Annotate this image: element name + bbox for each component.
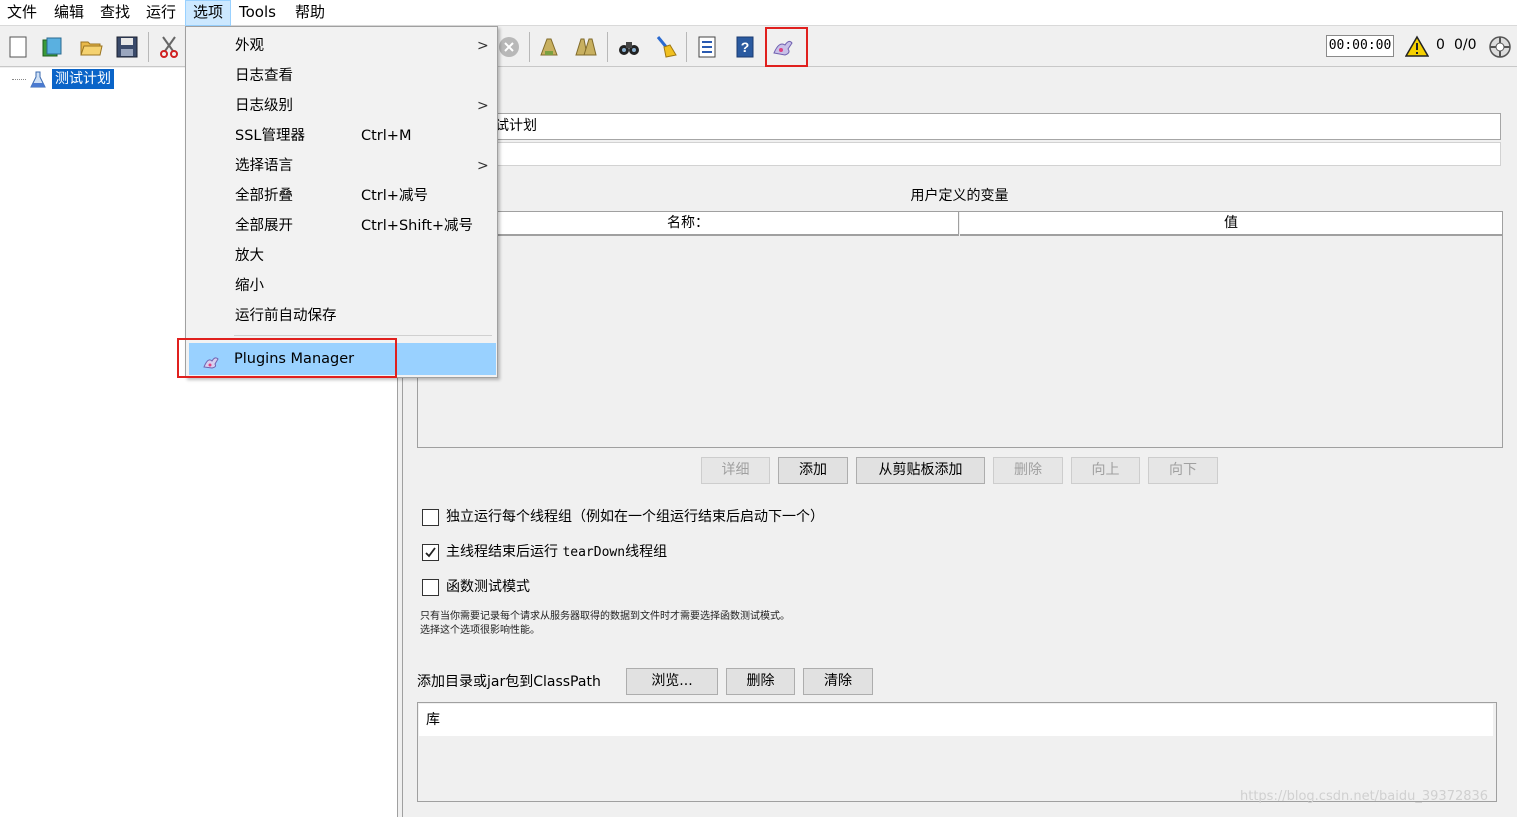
- plugins-toolbar-highlight: [765, 27, 808, 67]
- plugins-menu-highlight: [177, 338, 397, 378]
- function-helper-icon[interactable]: [693, 33, 721, 61]
- submenu-arrow-icon: >: [477, 98, 489, 114]
- serialize-label: 独立运行每个线程组（例如在一个组运行结束后启动下一个）: [446, 509, 824, 525]
- menu-item-label: 运行前自动保存: [235, 308, 337, 324]
- tree-node-test-plan[interactable]: 测试计划: [52, 69, 114, 89]
- menu-item-zoom-out[interactable]: 缩小: [187, 271, 496, 301]
- variables-title: 用户定义的变量: [910, 188, 1009, 204]
- test-plan-icon: [29, 71, 47, 89]
- options-menu: 外观 > 日志查看 日志级别 > SSL管理器 Ctrl+M 选择语言 > 全部…: [185, 26, 498, 378]
- menu-item-label: 全部折叠: [235, 188, 293, 204]
- menu-help[interactable]: 帮助: [288, 0, 332, 26]
- delete-button[interactable]: 删除: [993, 457, 1063, 484]
- teardown-label-suffix: 线程组: [625, 544, 668, 560]
- serialize-checkbox[interactable]: [422, 509, 439, 526]
- menu-item-shortcut: Ctrl+M: [361, 128, 412, 144]
- check-icon: [425, 547, 436, 558]
- teardown-checkbox[interactable]: [422, 544, 439, 561]
- help-icon[interactable]: ?: [731, 33, 759, 61]
- variables-table[interactable]: 名称： 值: [417, 211, 1503, 448]
- comment-field[interactable]: [418, 142, 1501, 166]
- move-down-button[interactable]: 向下: [1148, 457, 1218, 484]
- svg-text:?: ?: [741, 39, 750, 55]
- menu-item-label: 日志级别: [235, 98, 293, 114]
- functional-mode-label: 函数测试模式: [446, 579, 530, 595]
- submenu-arrow-icon: >: [477, 158, 489, 174]
- watermark: https://blog.csdn.net/baidu_39372836: [1240, 789, 1489, 804]
- clear-all-icon[interactable]: [572, 33, 600, 61]
- menu-item-label: 放大: [235, 248, 264, 264]
- search-icon[interactable]: [615, 33, 643, 61]
- remote-status-icon: [1486, 33, 1514, 61]
- clear-icon[interactable]: [535, 33, 563, 61]
- functional-mode-note-1: 只有当你需要记录每个请求从服务器取得的数据到文件时才需要选择函数测试模式。: [420, 611, 790, 622]
- column-header-value[interactable]: 值: [960, 212, 1502, 236]
- menu-item-shortcut: Ctrl+Shift+减号: [361, 218, 474, 234]
- new-icon[interactable]: [4, 33, 32, 61]
- menu-run[interactable]: 运行: [139, 0, 183, 26]
- functional-mode-note-2: 选择这个选项很影响性能。: [420, 625, 540, 636]
- move-up-button[interactable]: 向上: [1071, 457, 1140, 484]
- classpath-label: 添加目录或jar包到ClassPath: [417, 674, 601, 690]
- test-plan-panel: 试计划 用户定义的变量 名称： 值 详细 添加 从剪贴板添加 删除 向上 向下 …: [404, 68, 1517, 817]
- menu-item-language[interactable]: 选择语言 >: [187, 151, 496, 181]
- add-from-clipboard-button[interactable]: 从剪贴板添加: [856, 457, 985, 484]
- name-field[interactable]: 试计划: [418, 113, 1501, 140]
- menu-bar: 文件 编辑 查找 运行 选项 Tools 帮助: [0, 0, 1517, 26]
- save-icon[interactable]: [113, 33, 141, 61]
- menu-item-collapse-all[interactable]: 全部折叠 Ctrl+减号: [187, 181, 496, 211]
- menu-item-autosave[interactable]: 运行前自动保存: [187, 301, 496, 331]
- menu-options[interactable]: 选项: [185, 0, 232, 26]
- menu-item-label: SSL管理器: [235, 128, 305, 144]
- templates-icon[interactable]: [38, 33, 66, 61]
- menu-item-log-viewer[interactable]: 日志查看: [187, 61, 496, 91]
- stop-icon: [495, 33, 523, 61]
- teardown-label: 主线程结束后运行 tearDown线程组: [446, 542, 667, 563]
- broom-icon[interactable]: [652, 33, 680, 61]
- column-header-name[interactable]: 名称：: [418, 212, 959, 236]
- menu-item-appearance[interactable]: 外观 >: [187, 31, 496, 61]
- library-table[interactable]: 库: [417, 702, 1497, 802]
- menu-separator: [234, 335, 492, 336]
- teardown-label-prefix: 主线程结束后运行: [446, 544, 563, 560]
- menu-item-zoom-in[interactable]: 放大: [187, 241, 496, 271]
- detail-button[interactable]: 详细: [701, 457, 770, 484]
- thread-count: 0/0: [1454, 37, 1477, 53]
- menu-item-label: 全部展开: [235, 218, 293, 234]
- menu-item-label: 选择语言: [235, 158, 293, 174]
- menu-item-shortcut: Ctrl+减号: [361, 188, 428, 204]
- menu-edit[interactable]: 编辑: [47, 0, 91, 26]
- cut-icon[interactable]: [155, 33, 183, 61]
- menu-item-log-level[interactable]: 日志级别 >: [187, 91, 496, 121]
- menu-file[interactable]: 文件: [0, 0, 44, 26]
- menu-tools[interactable]: Tools: [232, 0, 283, 26]
- menu-item-label: 日志查看: [235, 68, 293, 84]
- classpath-clear-button[interactable]: 清除: [803, 668, 873, 695]
- menu-item-expand-all[interactable]: 全部展开 Ctrl+Shift+减号: [187, 211, 496, 241]
- library-column-header[interactable]: 库: [419, 704, 1493, 736]
- browse-button[interactable]: 浏览...: [626, 668, 718, 695]
- warning-count: 0: [1436, 37, 1445, 53]
- menu-item-ssl-manager[interactable]: SSL管理器 Ctrl+M: [187, 121, 496, 151]
- add-button[interactable]: 添加: [778, 457, 848, 484]
- tree-connector: [12, 79, 26, 80]
- menu-item-label: 缩小: [235, 278, 264, 294]
- functional-mode-checkbox[interactable]: [422, 579, 439, 596]
- menu-item-label: 外观: [235, 38, 264, 54]
- open-icon[interactable]: [77, 33, 105, 61]
- teardown-label-mono: tearDown: [562, 545, 626, 560]
- menu-search[interactable]: 查找: [93, 0, 137, 26]
- warning-icon[interactable]: [1403, 33, 1431, 61]
- elapsed-timer: 00:00:00: [1326, 35, 1394, 57]
- classpath-delete-button[interactable]: 删除: [726, 668, 795, 695]
- submenu-arrow-icon: >: [477, 38, 489, 54]
